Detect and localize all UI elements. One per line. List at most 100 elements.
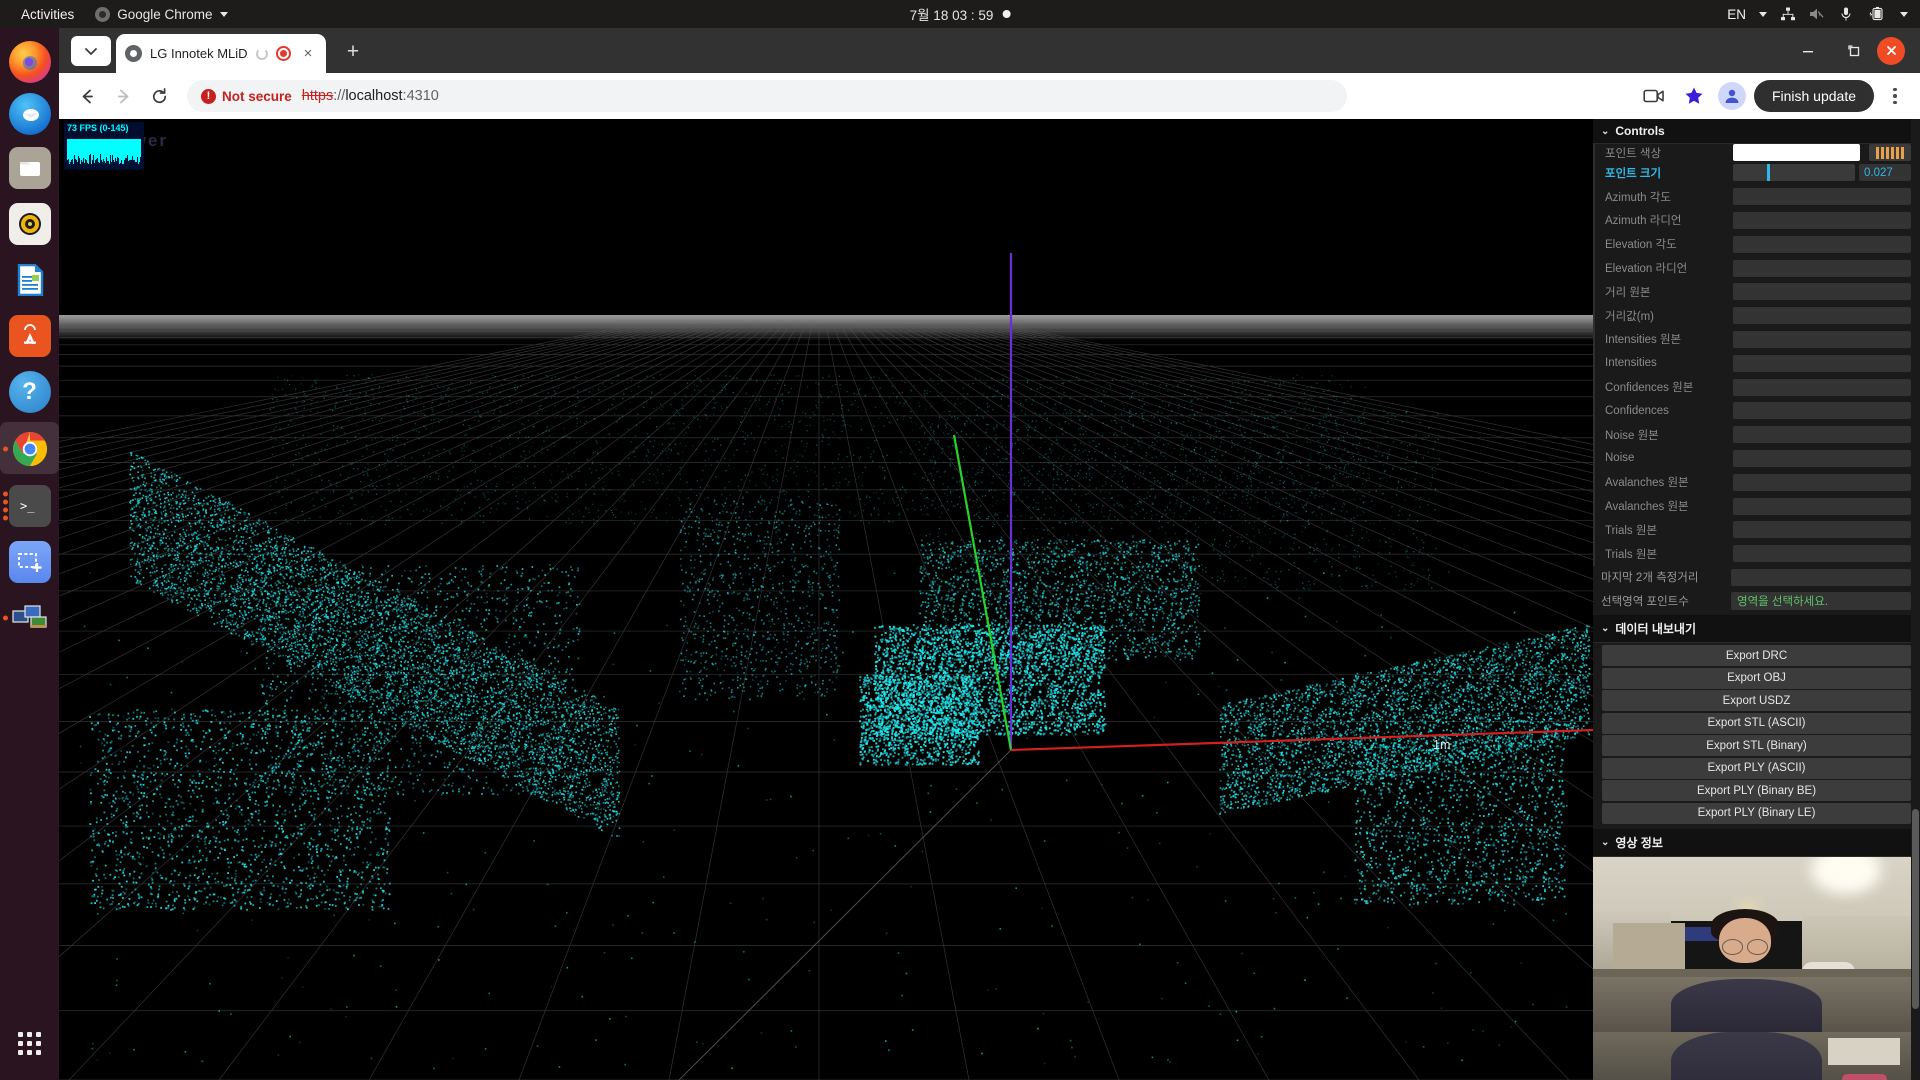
point-size-value[interactable]: 0.027 xyxy=(1859,164,1911,181)
export-button[interactable]: Export STL (ASCII) xyxy=(1602,713,1911,734)
tab-title: LG Innotek MLiDAR C xyxy=(150,46,248,61)
dock-item-google-chrome[interactable] xyxy=(0,420,59,478)
control-value-field[interactable] xyxy=(1733,355,1911,372)
point-size-slider[interactable] xyxy=(1733,164,1855,181)
tab-close-button[interactable]: × xyxy=(299,45,317,63)
control-value-field[interactable] xyxy=(1733,283,1911,300)
control-row[interactable]: 포인트 크기 0.027 xyxy=(1593,161,1920,185)
controls-section-header[interactable]: ⌄ Controls xyxy=(1593,119,1920,144)
control-value-field[interactable] xyxy=(1733,260,1911,277)
microphone-icon xyxy=(1838,6,1854,22)
show-applications-button[interactable] xyxy=(0,1020,59,1066)
system-tray[interactable]: EN xyxy=(1727,6,1908,22)
profile-avatar-icon[interactable] xyxy=(1718,82,1746,110)
tab-search-button[interactable] xyxy=(71,36,111,66)
control-row[interactable]: Elevation 각도 xyxy=(1593,232,1920,256)
control-row[interactable]: Intensities xyxy=(1593,351,1920,375)
control-value-field[interactable] xyxy=(1733,521,1911,538)
video-section-header[interactable]: ⌄ 영상 정보 xyxy=(1593,829,1920,857)
dock-item-thunderbird[interactable] xyxy=(0,86,59,142)
dock-item-firefox[interactable] xyxy=(0,34,59,90)
color-swatch[interactable] xyxy=(1733,144,1860,161)
control-value-field[interactable] xyxy=(1733,474,1911,491)
control-row[interactable]: Confidences 원본 xyxy=(1593,375,1920,399)
export-section-title: 데이터 내보내기 xyxy=(1615,620,1696,637)
dock-item-rhythmbox[interactable] xyxy=(0,196,59,252)
control-row[interactable]: Intensities 원본 xyxy=(1593,328,1920,352)
control-value-field[interactable] xyxy=(1733,236,1911,253)
color-gradient-strip[interactable] xyxy=(1869,144,1911,161)
activities-button[interactable]: Activities xyxy=(14,4,81,25)
dock-item-displays[interactable] xyxy=(0,590,59,646)
window-maximize-button[interactable] xyxy=(1831,28,1877,73)
chrome-menu-icon[interactable] xyxy=(1882,80,1908,112)
control-row[interactable]: 포인트 색상 xyxy=(1593,144,1920,161)
control-row[interactable]: Noise xyxy=(1593,447,1920,471)
app-menu-chrome[interactable]: Google Chrome xyxy=(95,7,227,22)
webcam-feed-secondary[interactable] xyxy=(1593,1032,1920,1080)
slider-knob[interactable] xyxy=(1767,164,1770,181)
url-text: https://localhost:4310 xyxy=(302,88,439,104)
new-tab-button[interactable]: + xyxy=(338,37,368,67)
window-close-button[interactable] xyxy=(1877,37,1905,65)
control-row[interactable]: 거리 원본 xyxy=(1593,280,1920,304)
fps-stats-widget[interactable]: 73 FPS (0-145) xyxy=(64,122,144,170)
export-button[interactable]: Export PLY (ASCII) xyxy=(1602,758,1911,779)
screen-cast-icon[interactable] xyxy=(1638,80,1670,112)
export-button[interactable]: Export PLY (Binary LE) xyxy=(1602,803,1911,824)
control-row[interactable]: Azimuth 각도 xyxy=(1593,185,1920,209)
control-row[interactable]: Elevation 라디언 xyxy=(1593,256,1920,280)
lidar-3d-viewport[interactable]: 3D Viewer xyxy=(59,119,1593,1080)
control-value-field[interactable] xyxy=(1733,307,1911,324)
control-value-field[interactable] xyxy=(1733,212,1911,229)
dock-item-ubuntu-software[interactable] xyxy=(0,308,59,364)
controls-row-list: 포인트 색상 포인트 크기 0.027 Azimuth 각도 Azimuth 라디언 El… xyxy=(1593,144,1920,566)
control-row-label: Avalanches 원본 xyxy=(1605,498,1733,514)
control-value-field[interactable] xyxy=(1733,450,1911,467)
control-row[interactable]: Azimuth 라디언 xyxy=(1593,209,1920,233)
dock-item-terminal[interactable]: >_ xyxy=(0,478,59,534)
dock-item-libreoffice-writer[interactable] xyxy=(0,252,59,308)
control-row[interactable]: Trials 원본 xyxy=(1593,542,1920,566)
back-button[interactable] xyxy=(71,80,103,112)
control-row[interactable]: Avalanches 원본 xyxy=(1593,470,1920,494)
clock-button[interactable]: 7월 18 03 : 59 xyxy=(910,4,1011,24)
dock-item-files[interactable] xyxy=(0,140,59,196)
dock-item-screenshot[interactable] xyxy=(0,534,59,590)
security-status[interactable]: ! Not secure xyxy=(201,89,292,104)
webcam-feed-primary[interactable] xyxy=(1593,857,1920,1032)
export-button[interactable]: Export PLY (Binary BE) xyxy=(1602,780,1911,801)
finish-update-button[interactable]: Finish update xyxy=(1754,80,1874,112)
control-row-label: Noise 원본 xyxy=(1605,427,1733,443)
browser-tab[interactable]: LG Innotek MLiDAR C × xyxy=(116,34,326,73)
panel-scrollbar[interactable] xyxy=(1911,119,1920,1080)
address-bar[interactable]: ! Not secure https://localhost:4310 xyxy=(187,80,1347,112)
desk-object xyxy=(1842,1074,1888,1080)
control-value-field[interactable] xyxy=(1733,331,1911,348)
control-value-field[interactable] xyxy=(1733,188,1911,205)
window-minimize-button[interactable] xyxy=(1785,28,1831,73)
export-section-header[interactable]: ⌄ 데이터 내보내기 xyxy=(1593,615,1920,643)
control-value-field[interactable] xyxy=(1733,426,1911,443)
control-row[interactable]: Avalanches 원본 xyxy=(1593,494,1920,518)
control-row[interactable]: Noise 원본 xyxy=(1593,423,1920,447)
control-value-field[interactable] xyxy=(1733,379,1911,396)
export-button[interactable]: Export USDZ xyxy=(1602,690,1911,711)
control-value-field[interactable] xyxy=(1733,498,1911,515)
dock-item-help[interactable]: ? xyxy=(0,364,59,420)
browser-toolbar: ! Not secure https://localhost:4310 Fini… xyxy=(59,73,1920,119)
control-row[interactable]: Trials 원본 xyxy=(1593,518,1920,542)
rail xyxy=(1593,969,1920,978)
export-button[interactable]: Export OBJ xyxy=(1602,668,1911,689)
bookmark-star-icon[interactable] xyxy=(1678,80,1710,112)
control-value-field[interactable] xyxy=(1733,402,1911,419)
reload-button[interactable] xyxy=(143,80,175,112)
forward-button[interactable] xyxy=(107,80,139,112)
chevron-down-icon: ⌄ xyxy=(1601,837,1609,848)
export-button[interactable]: Export DRC xyxy=(1602,645,1911,666)
control-row[interactable]: 거리값(m) xyxy=(1593,304,1920,328)
control-value-field[interactable] xyxy=(1733,545,1911,562)
control-row[interactable]: Confidences xyxy=(1593,399,1920,423)
export-button[interactable]: Export STL (Binary) xyxy=(1602,735,1911,756)
tab-loading-spinner-icon xyxy=(256,48,268,60)
